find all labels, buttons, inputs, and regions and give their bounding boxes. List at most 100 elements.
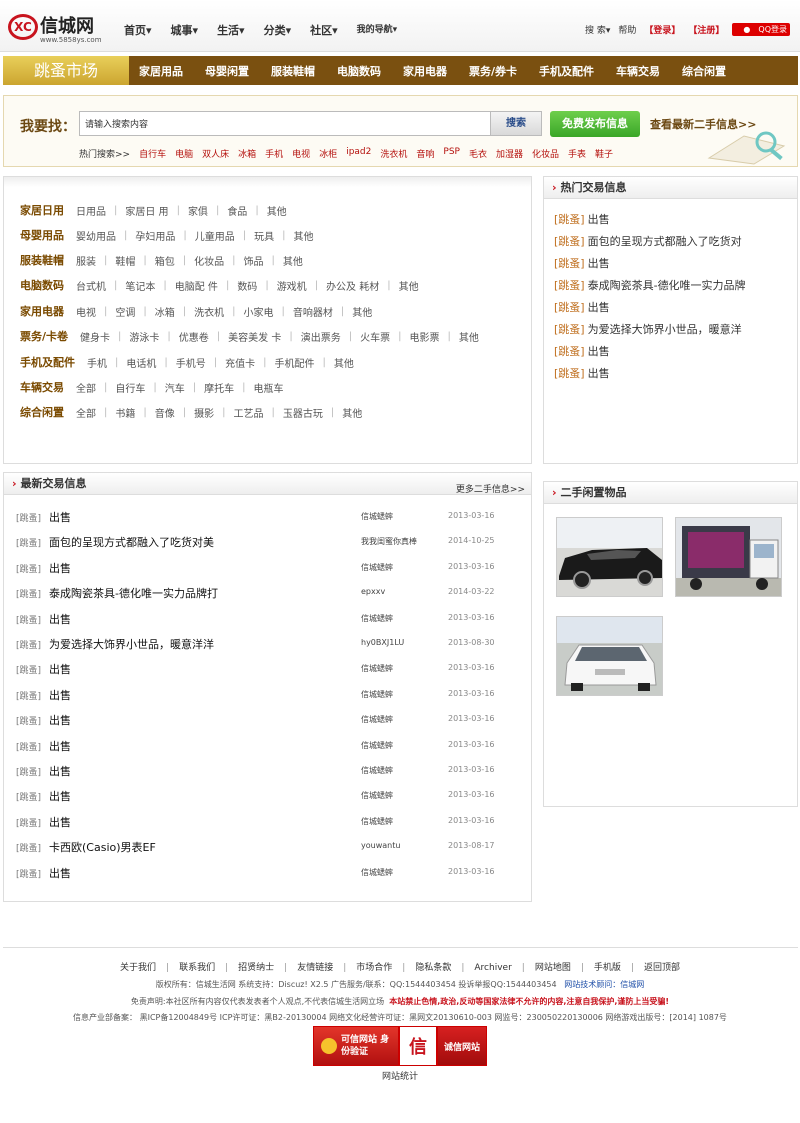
help-link[interactable]: 帮助	[618, 23, 636, 36]
trade-title[interactable]: 面包的呈现方式都融入了吃货对美	[49, 534, 214, 550]
trade-title[interactable]: 卡西欧(Casio)男表EF	[49, 839, 156, 855]
hot-keyword[interactable]: 冰箱	[238, 147, 256, 160]
subcategory-link[interactable]: 小家电	[244, 304, 274, 319]
table-row[interactable]: [跳蚤] 出售 信城蟋蟀 2013-03-16	[16, 507, 526, 527]
hot-trade-item[interactable]: [跳蚤] 出售	[544, 362, 797, 384]
trade-title[interactable]: 出售	[49, 763, 71, 779]
subcategory-link[interactable]: 健身卡	[80, 329, 110, 344]
hot-keyword[interactable]: 手机	[265, 147, 283, 160]
hot-trade-item[interactable]: [跳蚤] 出售	[544, 208, 797, 230]
hot-keyword[interactable]: 洗衣机	[380, 147, 407, 160]
table-row[interactable]: [跳蚤] 出售 信城蟋蟀 2013-03-16	[16, 812, 526, 832]
subcategory-link[interactable]: 全部	[76, 380, 96, 395]
hot-keyword[interactable]: 双人床	[202, 147, 229, 160]
subcategory-link[interactable]: 其他	[459, 329, 479, 344]
subcategory-link[interactable]: 食品	[227, 203, 247, 218]
subcategory-link[interactable]: 手机配件	[275, 355, 315, 370]
trade-title[interactable]: 出售	[588, 211, 610, 227]
footer-link[interactable]: 返回顶部	[644, 963, 680, 973]
subcategory-link[interactable]: 游泳卡	[129, 329, 159, 344]
tech-advisor-link[interactable]: 网站技术顾问：信城网	[564, 980, 644, 989]
table-row[interactable]: [跳蚤] 卡西欧(Casio)男表EF youwantu 2013-08-17	[16, 837, 526, 857]
subcategory-link[interactable]: 箱包	[155, 253, 175, 268]
trade-title[interactable]: 出售	[49, 687, 71, 703]
subcategory-link[interactable]: 音响器材	[293, 304, 333, 319]
nav-my[interactable]: 我的导航▾	[357, 22, 398, 38]
nav-home[interactable]: 首页▾	[124, 22, 152, 38]
subcategory-link[interactable]: 鞋帽	[115, 253, 135, 268]
trade-title[interactable]: 出售	[49, 865, 71, 881]
subcategory-link[interactable]: 其他	[267, 203, 287, 218]
hot-trade-item[interactable]: [跳蚤] 面包的呈现方式都融入了吃货对	[544, 230, 797, 252]
trade-title[interactable]: 面包的呈现方式都融入了吃货对	[588, 233, 742, 249]
footer-link[interactable]: 友情链接	[297, 963, 333, 973]
table-row[interactable]: [跳蚤] 出售 信城蟋蟀 2013-03-16	[16, 685, 526, 705]
search-input[interactable]	[79, 111, 491, 136]
footer-link[interactable]: 联系我们	[179, 963, 215, 973]
subcategory-link[interactable]: 自行车	[115, 380, 145, 395]
subcategory-link[interactable]: 玩具	[254, 228, 274, 243]
trade-user[interactable]: 信城蟋蟀	[361, 816, 393, 827]
category-name[interactable]: 服装鞋帽	[20, 252, 64, 268]
table-row[interactable]: [跳蚤] 出售 信城蟋蟀 2013-03-16	[16, 710, 526, 730]
xin-badge[interactable]: 信	[399, 1026, 437, 1066]
subcategory-link[interactable]: 其他	[294, 228, 314, 243]
trade-title[interactable]: 出售	[49, 788, 71, 804]
footer-link[interactable]: Archiver	[474, 963, 511, 973]
integrity-site-badge[interactable]: 诚信网站	[437, 1026, 487, 1066]
table-row[interactable]: [跳蚤] 为爱选择大饰界小世品，暖意洋洋 hy0BXJ1LU 2013-08-30	[16, 634, 526, 654]
subcategory-link[interactable]: 家居日 用	[125, 203, 168, 218]
table-row[interactable]: [跳蚤] 出售 信城蟋蟀 2013-03-16	[16, 558, 526, 578]
trade-user[interactable]: 信城蟋蟀	[361, 663, 393, 674]
subcategory-link[interactable]: 手机号	[176, 355, 206, 370]
site-stats-link[interactable]: 网站统计	[0, 1069, 800, 1082]
publish-button[interactable]: 免费发布信息	[550, 111, 640, 137]
subcategory-link[interactable]: 充值卡	[225, 355, 255, 370]
trade-title[interactable]: 出售	[588, 365, 610, 381]
subcategory-link[interactable]: 美容美发 卡	[228, 329, 281, 344]
trade-user[interactable]: epxxv	[361, 587, 385, 596]
footer-link[interactable]: 手机版	[594, 963, 621, 973]
subcategory-link[interactable]: 其他	[342, 405, 362, 420]
footer-link[interactable]: 隐私条款	[415, 963, 451, 973]
category-name[interactable]: 家用电器	[20, 303, 64, 319]
nav-classified[interactable]: 分类▾	[264, 22, 292, 38]
trade-title[interactable]: 出售	[49, 712, 71, 728]
hot-keyword[interactable]: 鞋子	[595, 147, 613, 160]
search-button[interactable]: 搜索	[491, 111, 542, 136]
subcategory-link[interactable]: 全部	[76, 405, 96, 420]
search-menu[interactable]: 搜 索▾	[585, 23, 610, 36]
hot-keyword[interactable]: 冰柜	[319, 147, 337, 160]
market-cat-digital[interactable]: 电脑数码	[337, 63, 381, 79]
footer-link[interactable]: 招贤纳士	[238, 963, 274, 973]
trade-user[interactable]: 我我闺蜜你真棒	[361, 536, 417, 547]
subcategory-link[interactable]: 优惠卷	[179, 329, 209, 344]
trade-user[interactable]: youwantu	[361, 841, 400, 850]
more-link[interactable]: 更多二手信息>>	[456, 479, 525, 501]
hot-keyword[interactable]: PSP	[443, 147, 460, 160]
hot-trade-item[interactable]: [跳蚤] 出售	[544, 340, 797, 362]
trade-title[interactable]: 泰成陶瓷茶具-德化唯一实力品牌打	[49, 585, 218, 601]
category-name[interactable]: 综合闲置	[20, 404, 64, 420]
subcategory-link[interactable]: 日用品	[76, 203, 106, 218]
footer-link[interactable]: 市场合作	[356, 963, 392, 973]
hot-keyword[interactable]: 化妆品	[532, 147, 559, 160]
subcategory-link[interactable]: 游戏机	[277, 278, 307, 293]
nav-life[interactable]: 生活▾	[217, 22, 245, 38]
market-cat-clothing[interactable]: 服装鞋帽	[271, 63, 315, 79]
trade-title[interactable]: 出售	[588, 255, 610, 271]
subcategory-link[interactable]: 书籍	[115, 405, 135, 420]
table-row[interactable]: [跳蚤] 出售 信城蟋蟀 2013-03-16	[16, 659, 526, 679]
trade-user[interactable]: 信城蟋蟀	[361, 867, 393, 878]
trade-title[interactable]: 出售	[49, 738, 71, 754]
subcategory-link[interactable]: 空调	[115, 304, 135, 319]
subcategory-link[interactable]: 婴幼用品	[76, 228, 116, 243]
market-cat-misc[interactable]: 综合闲置	[682, 63, 726, 79]
subcategory-link[interactable]: 电影票	[409, 329, 439, 344]
subcategory-link[interactable]: 工艺品	[234, 405, 264, 420]
subcategory-link[interactable]: 儿童用品	[195, 228, 235, 243]
register-link[interactable]: 【注册】	[688, 23, 724, 36]
trade-user[interactable]: 信城蟋蟀	[361, 740, 393, 751]
subcategory-link[interactable]: 演出票务	[301, 329, 341, 344]
subcategory-link[interactable]: 家俱	[188, 203, 208, 218]
